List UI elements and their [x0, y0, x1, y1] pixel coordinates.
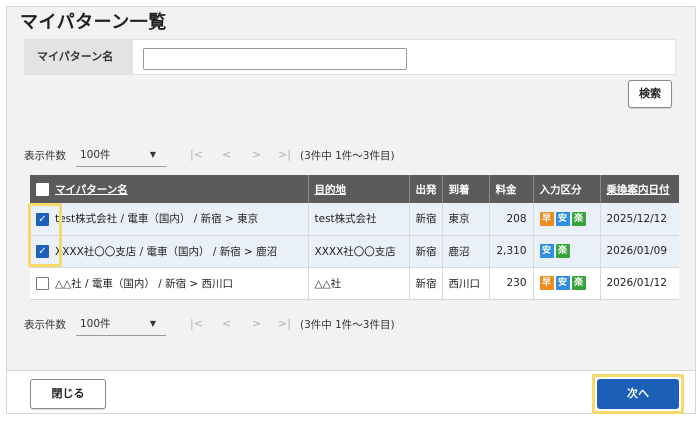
- row-input-type: 早安楽: [533, 267, 601, 300]
- badge-easy: 楽: [571, 211, 586, 226]
- row-fare: 2,310: [489, 235, 534, 268]
- column-header-name[interactable]: マイパターン名: [30, 175, 309, 203]
- row-destination: test株式会社: [308, 203, 410, 236]
- select-all-checkbox[interactable]: [36, 183, 49, 196]
- row-pattern-name: test株式会社 / 電車（国内） / 新宿 > 東京: [55, 213, 259, 226]
- row-fare: 230: [489, 267, 534, 300]
- row-destination: XXXX社〇〇支店: [308, 235, 410, 268]
- row-arrival: 西川口: [442, 267, 490, 300]
- row-input-type: 安楽: [533, 235, 601, 268]
- column-header-destination[interactable]: 目的地: [308, 175, 410, 203]
- per-page-value: 100件: [80, 318, 111, 330]
- result-count: (3件中 1件～3件目): [300, 150, 395, 162]
- badge-cheap: 安: [555, 276, 570, 290]
- chevron-down-icon: ▼: [149, 150, 156, 159]
- per-page-select[interactable]: 100件 ▼: [76, 143, 166, 167]
- page-title: マイパターン一覧: [20, 12, 167, 33]
- prev-page-button[interactable]: <: [222, 317, 231, 330]
- badge-fast: 早: [539, 211, 554, 226]
- row-date: 2026/01/12: [600, 267, 679, 300]
- row-checkbox[interactable]: [36, 277, 49, 290]
- badge-easy: 楽: [555, 244, 570, 258]
- column-header-arrival: 到着: [442, 175, 490, 203]
- badge-cheap: 安: [539, 244, 554, 258]
- next-page-button[interactable]: >: [252, 148, 261, 161]
- per-page-value: 100件: [80, 149, 111, 161]
- row-pattern-name: XXXX社〇〇支店 / 電車（国内） / 新宿 > 鹿沼: [55, 245, 278, 258]
- last-page-button[interactable]: >|: [278, 148, 291, 161]
- row-pattern-name: △△社 / 電車（国内） / 新宿 > 西川口: [55, 277, 234, 290]
- column-header-departure: 出発: [409, 175, 443, 203]
- checkbox-highlight: [28, 203, 62, 267]
- row-input-type: 早安楽: [533, 203, 601, 236]
- badge-cheap: 安: [555, 211, 570, 226]
- badge-easy: 楽: [571, 276, 586, 290]
- row-arrival: 東京: [442, 203, 490, 236]
- search-label: マイパターン名: [25, 40, 133, 74]
- row-departure: 新宿: [409, 267, 443, 300]
- result-count: (3件中 1件～3件目): [300, 319, 395, 331]
- pattern-name-search-input[interactable]: [143, 48, 407, 70]
- table-header-row: マイパターン名 目的地 出発 到着 料金 入力区分 乗換案内日付: [30, 175, 679, 203]
- column-header-date[interactable]: 乗換案内日付: [600, 175, 679, 203]
- search-row: マイパターン名: [24, 39, 676, 75]
- per-page-label: 表示件数: [24, 319, 66, 331]
- per-page-select[interactable]: 100件 ▼: [76, 312, 166, 336]
- first-page-button[interactable]: |<: [190, 148, 203, 161]
- row-destination: △△社: [308, 267, 410, 300]
- column-header-input-type: 入力区分: [533, 175, 601, 203]
- first-page-button[interactable]: |<: [190, 317, 203, 330]
- last-page-button[interactable]: >|: [278, 317, 291, 330]
- row-arrival: 鹿沼: [442, 235, 490, 268]
- search-button[interactable]: 検索: [628, 80, 672, 108]
- chevron-down-icon: ▼: [149, 319, 156, 328]
- row-date: 2025/12/12: [600, 203, 679, 236]
- prev-page-button[interactable]: <: [222, 148, 231, 161]
- table-row[interactable]: ✓ XXXX社〇〇支店 / 電車（国内） / 新宿 > 鹿沼 XXXX社〇〇支店 …: [30, 235, 679, 268]
- per-page-label: 表示件数: [24, 150, 66, 162]
- next-button[interactable]: 次へ: [597, 379, 679, 409]
- column-header-fare: 料金: [489, 175, 534, 203]
- pager-top: 表示件数 100件 ▼ |< < > >| (3件中 1件～3件目): [24, 143, 444, 167]
- pager-bottom: 表示件数 100件 ▼ |< < > >| (3件中 1件～3件目): [24, 312, 444, 336]
- row-date: 2026/01/09: [600, 235, 679, 268]
- badge-fast: 早: [539, 276, 554, 290]
- row-fare: 208: [489, 203, 534, 236]
- pattern-table: マイパターン名 目的地 出発 到着 料金 入力区分 乗換案内日付 ✓ test株式…: [30, 175, 679, 300]
- row-departure: 新宿: [409, 203, 443, 236]
- close-button[interactable]: 閉じる: [30, 379, 106, 409]
- table-row[interactable]: ✓ test株式会社 / 電車（国内） / 新宿 > 東京 test株式会社 新宿…: [30, 203, 679, 236]
- row-departure: 新宿: [409, 235, 443, 268]
- table-row[interactable]: △△社 / 電車（国内） / 新宿 > 西川口 △△社 新宿 西川口 230 早…: [30, 267, 679, 300]
- next-page-button[interactable]: >: [252, 317, 261, 330]
